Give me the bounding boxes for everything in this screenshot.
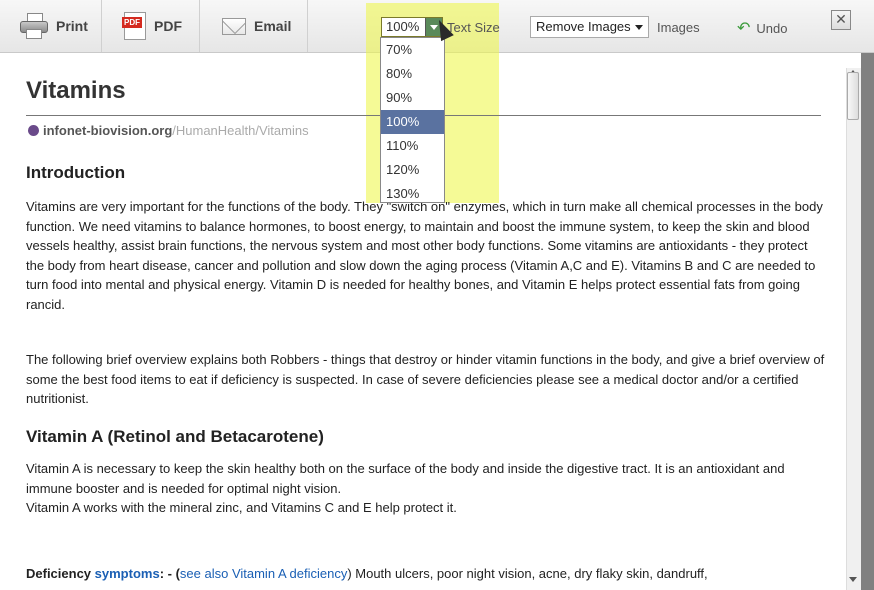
undo-icon: ↶ [737, 20, 751, 37]
background-edge [861, 53, 874, 590]
pdf-icon: PDF [122, 12, 146, 40]
deficiency-text: ) Mouth ulcers, poor night vision, acne,… [347, 566, 708, 581]
see-also-link[interactable]: see also Vitamin A deficiency [180, 566, 347, 581]
vertical-scrollbar[interactable] [846, 68, 861, 590]
text-size-label: Text Size [447, 20, 500, 35]
pdf-button[interactable]: PDF PDF [102, 0, 200, 52]
images-label: Images [657, 20, 700, 35]
email-label: Email [254, 18, 292, 34]
envelope-icon [222, 17, 246, 35]
vitamin-a-paragraph: Vitamin A is necessary to keep the skin … [26, 459, 826, 518]
text-size-option[interactable]: 90% [381, 86, 444, 110]
source-breadcrumb: infonet-biovision.org /HumanHealth/Vitam… [28, 123, 309, 138]
deficiency-paragraph: Deficiency symptoms: - (see also Vitamin… [26, 564, 826, 584]
print-label: Print [56, 18, 88, 34]
text-size-option[interactable]: 100% [381, 110, 444, 134]
print-button[interactable]: Print [0, 0, 102, 52]
text-size-option[interactable]: 70% [381, 38, 444, 62]
undo-button[interactable]: ↶ Undo [737, 18, 787, 38]
scrollbar-thumb[interactable] [847, 72, 859, 120]
text-size-option[interactable]: 120% [381, 158, 444, 182]
images-select[interactable]: Remove Images [530, 16, 649, 38]
overview-paragraph: The following brief overview explains bo… [26, 352, 825, 406]
text-size-dropdown: 70% 80% 90% 100% 110% 120% 130% [380, 37, 445, 203]
deficiency-separator: : - ( [159, 566, 180, 581]
images-select-value: Remove Images [536, 19, 631, 34]
section-heading-vitamin-a: Vitamin A (Retinol and Betacarotene) [26, 427, 324, 446]
deficiency-label: Deficiency [26, 566, 95, 581]
intro-paragraph: Vitamins are very important for the func… [26, 199, 823, 312]
text-size-option[interactable]: 80% [381, 62, 444, 86]
chevron-down-icon [635, 25, 643, 30]
close-icon: ✕ [835, 11, 847, 27]
text-size-option[interactable]: 130% [381, 182, 444, 206]
vitamin-a-text-2: Vitamin A works with the mineral zinc, a… [26, 500, 457, 515]
close-button[interactable]: ✕ [831, 10, 851, 30]
undo-label: Undo [756, 20, 788, 36]
source-path: /HumanHealth/Vitamins [172, 123, 309, 138]
scroll-down-arrow-icon[interactable] [849, 577, 857, 582]
symptoms-link[interactable]: symptoms [95, 566, 160, 581]
print-friendly-window: Print PDF PDF Email 100% Text Size Remov… [0, 0, 874, 590]
text-size-option[interactable]: 110% [381, 134, 444, 158]
printer-icon [20, 13, 48, 39]
pdf-label: PDF [154, 18, 182, 34]
text-size-value: 100% [386, 19, 420, 34]
email-button[interactable]: Email [200, 0, 308, 52]
section-heading-introduction: Introduction [26, 163, 126, 182]
site-logo-icon [28, 125, 39, 136]
source-domain[interactable]: infonet-biovision.org [43, 123, 172, 138]
vitamin-a-text-1: Vitamin A is necessary to keep the skin … [26, 461, 785, 496]
page-title: Vitamins [26, 77, 126, 104]
